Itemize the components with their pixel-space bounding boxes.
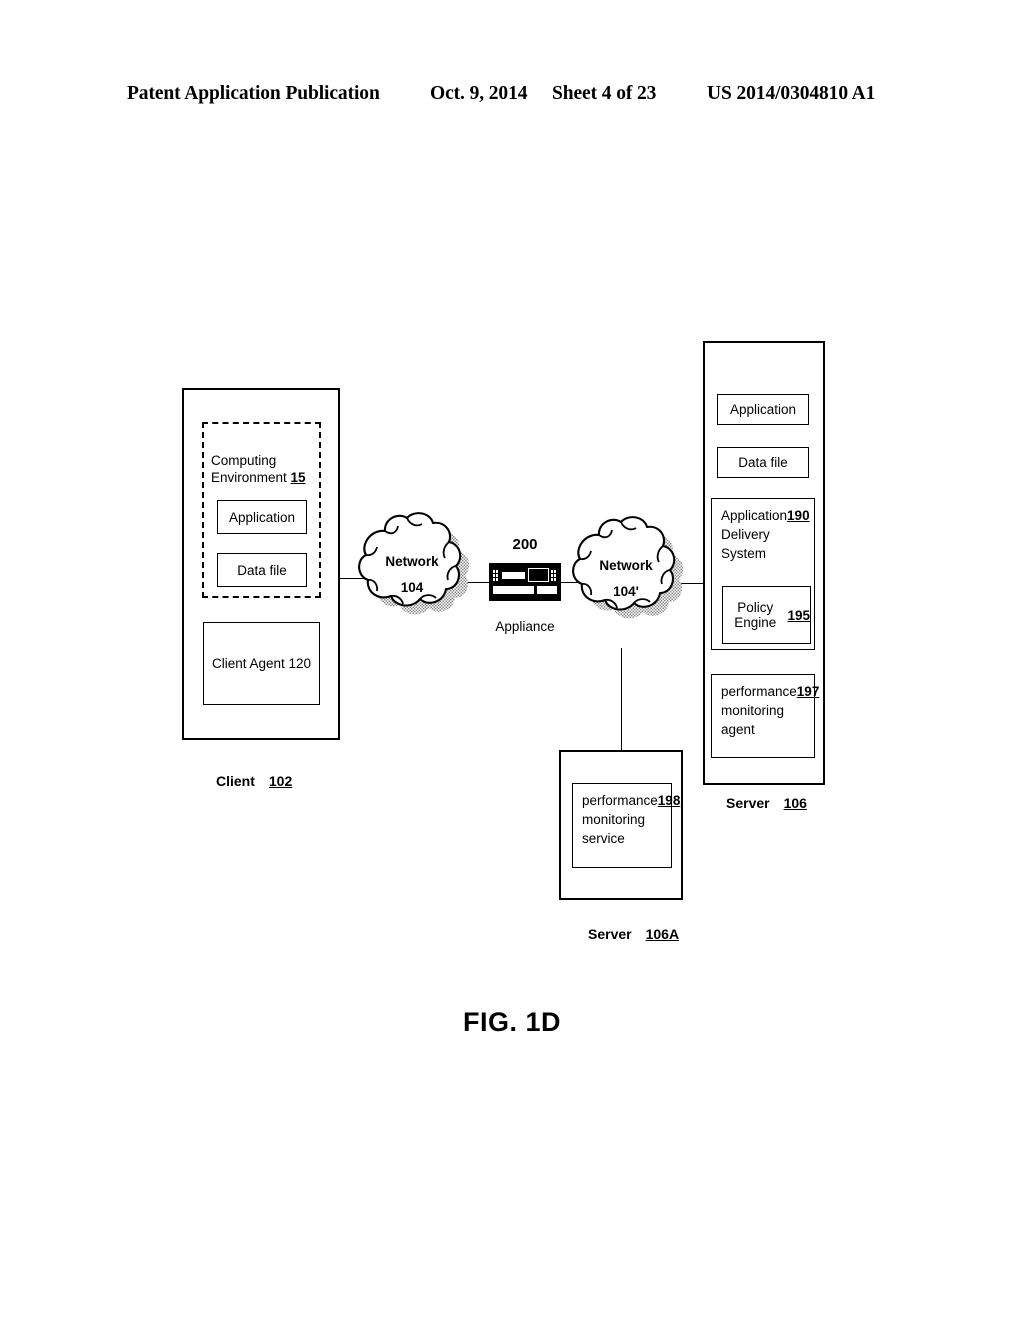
appliance-ref-label: 200 [512,536,538,553]
client-caption: Client 102 [216,773,292,789]
appliance-bay-right [536,586,557,594]
policy-engine-ref: 195 [787,607,810,623]
performance-monitoring-service-ref: 198 [657,793,681,808]
performance-monitoring-service-text: performance monitoring service [582,793,658,846]
server-caption-ref: 106 [783,795,807,811]
server-106a-caption: Server 106A [588,926,679,942]
computing-environment-label: Computing Environment 15 [211,435,321,486]
application-delivery-system-text: Application Delivery System [721,508,788,561]
performance-monitoring-agent-ref: 197 [796,684,820,699]
server-106a-caption-label: Server [588,926,632,942]
client-caption-label: Client [216,773,255,789]
computing-environment-ref: 15 [290,470,306,485]
network-104prime-cloud: Network 104' [568,513,684,649]
client-agent-label: Client Agent 120 [211,656,312,671]
server-application-label: Application [729,402,797,417]
server-106a-caption-ref: 106A [645,926,680,942]
client-data-file-box: Data file [217,553,307,587]
connector-network104prime-to-server106a [621,648,622,750]
policy-engine-box: Policy Engine 195 [722,586,811,644]
computing-environment-text: Computing Environment [211,453,287,485]
appliance-led-dots-right [551,568,557,582]
server-application-box: Application [717,394,809,425]
performance-monitoring-agent-label: performance monitoring agent 197 [712,675,819,757]
appliance-bay-left [493,586,534,594]
performance-monitoring-agent-box: performance monitoring agent 197 [711,674,819,758]
appliance-slot [501,570,526,580]
client-caption-ref: 102 [268,773,293,789]
figure-caption: FIG. 1D [462,1007,561,1037]
client-application-label: Application [228,509,296,525]
policy-engine-label: Policy Engine 195 [723,587,810,643]
server-caption-label: Server [726,795,770,811]
performance-monitoring-service-box: performance monitoring service 198 [572,783,680,868]
patent-figure-1d: Computing Environment 15 Application Dat… [0,0,1024,1320]
application-delivery-system-ref: 190 [787,508,810,523]
policy-engine-text: Policy Engine [734,600,777,630]
server-data-file-box: Data file [717,447,809,478]
performance-monitoring-agent-text: performance monitoring agent [721,684,797,737]
performance-monitoring-service-label: performance monitoring service 198 [573,784,680,867]
server-data-file-label: Data file [738,455,788,470]
server-caption: Server 106 [726,795,807,811]
client-application-box: Application [217,500,307,534]
appliance-name-label: Appliance [495,619,555,634]
client-data-file-label: Data file [237,562,287,578]
client-agent-box: Client Agent 120 [203,622,320,705]
appliance-display-panel [528,568,549,582]
network-104-cloud: Network 104 [354,509,470,645]
appliance-led-dots-left [493,568,499,582]
appliance-icon [489,563,561,601]
